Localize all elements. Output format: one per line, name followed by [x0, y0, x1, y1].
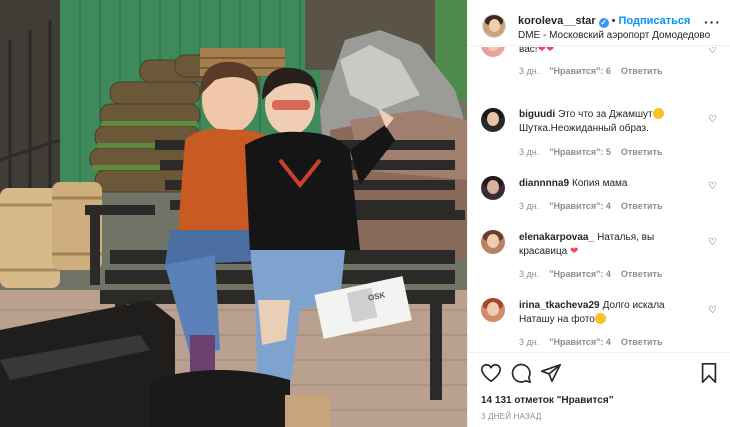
- comment-likes[interactable]: "Нравится": 6: [549, 66, 611, 76]
- comment-text: elenakarpovaa_ Наталья, вы красавица ❤: [519, 232, 655, 257]
- post-location[interactable]: DME - Московский аэропорт Домодедово: [518, 30, 710, 41]
- commenter-username[interactable]: biguudi: [519, 109, 555, 120]
- comment-time[interactable]: 3 дн.: [519, 337, 539, 347]
- comment-meta: 3 дн. "Нравится": 5 Ответить: [519, 147, 672, 157]
- ellipsis-icon[interactable]: ···: [704, 14, 721, 30]
- red-heart-emoji: ❤❤: [537, 47, 555, 55]
- commenter-avatar[interactable]: [481, 47, 505, 57]
- like-comment-heart-icon[interactable]: ♡: [708, 237, 717, 248]
- like-comment-heart-icon[interactable]: ♡: [708, 114, 717, 125]
- author-line: koroleva__star ✓ • Подписаться: [518, 15, 690, 28]
- comment-text: diannnna9 Копия мама: [519, 178, 628, 189]
- post-header: koroleva__star ✓ • Подписаться DME - Москов…: [468, 0, 730, 46]
- post-photo[interactable]: OSK: [0, 0, 467, 427]
- commenter-avatar[interactable]: [481, 176, 505, 200]
- comment-time[interactable]: 3 дн.: [519, 269, 539, 279]
- comment-meta: 3 дн. "Нравится": 4 Ответить: [519, 337, 672, 347]
- commenter-avatar[interactable]: [481, 108, 505, 132]
- share-paper-plane-icon[interactable]: [540, 362, 562, 384]
- commenter-username[interactable]: diannnna9: [519, 178, 569, 189]
- comment-bubble-icon[interactable]: [510, 362, 532, 384]
- commenter-avatar[interactable]: [481, 230, 505, 254]
- comment-time[interactable]: 3 дн.: [519, 66, 539, 76]
- post-time-ago[interactable]: 3 ДНЕЙ НАЗАД: [481, 412, 541, 421]
- post-side-panel: koroleva__star ✓ • Подписаться DME - Москов…: [467, 0, 730, 427]
- author-avatar[interactable]: [482, 14, 506, 38]
- grinning-sweat-emoji: [652, 108, 664, 119]
- follow-button[interactable]: Подписаться: [619, 15, 691, 27]
- reply-button[interactable]: Ответить: [621, 147, 663, 157]
- grinning-sweat-emoji: [594, 313, 606, 324]
- verified-badge-icon: ✓: [598, 18, 609, 28]
- separator-dot: •: [611, 15, 616, 27]
- likes-count[interactable]: 14 131 отметок "Нравится": [481, 395, 613, 406]
- comment-text: вас!❤❤: [519, 47, 699, 57]
- like-comment-heart-icon[interactable]: ♡: [708, 47, 717, 56]
- author-username[interactable]: koroleva__star: [518, 15, 596, 27]
- comment-text: irina_tkacheva29 Долго искала Наташу на ф…: [519, 300, 665, 325]
- commenter-avatar[interactable]: [481, 298, 505, 322]
- reply-button[interactable]: Ответить: [621, 269, 663, 279]
- comment-meta: 3 дн. "Нравится": 4 Ответить: [519, 201, 672, 211]
- comment-likes[interactable]: "Нравится": 4: [549, 201, 611, 211]
- comment-time[interactable]: 3 дн.: [519, 201, 539, 211]
- commenter-username[interactable]: elenakarpovaa_: [519, 232, 594, 243]
- like-heart-icon[interactable]: [480, 362, 502, 384]
- reply-button[interactable]: Ответить: [621, 66, 663, 76]
- comment-meta: 3 дн. "Нравится": 4 Ответить: [519, 269, 672, 279]
- comment-meta: 3 дн. "Нравится": 6 Ответить: [519, 66, 672, 76]
- comment-likes[interactable]: "Нравится": 4: [549, 269, 611, 279]
- photo-scene: [0, 0, 467, 427]
- save-bookmark-icon[interactable]: [698, 362, 720, 384]
- reply-button[interactable]: Ответить: [621, 201, 663, 211]
- reply-button[interactable]: Ответить: [621, 337, 663, 347]
- post-actions: 14 131 отметок "Нравится" 3 ДНЕЙ НАЗАД: [468, 352, 730, 427]
- commenter-username[interactable]: irina_tkacheva29: [519, 300, 600, 311]
- comment-time[interactable]: 3 дн.: [519, 147, 539, 157]
- comment-likes[interactable]: "Нравится": 5: [549, 147, 611, 157]
- comment-text: biguudi Это что за Джамшут Шутка.Неожидан…: [519, 108, 699, 136]
- comment-likes[interactable]: "Нравится": 4: [549, 337, 611, 347]
- like-comment-heart-icon[interactable]: ♡: [708, 305, 717, 316]
- red-heart-emoji: ❤: [570, 246, 579, 257]
- comments-list[interactable]: вас!❤❤ 3 дн. "Нравится": 6 Ответить ♡ bigu…: [468, 47, 730, 351]
- like-comment-heart-icon[interactable]: ♡: [708, 181, 717, 192]
